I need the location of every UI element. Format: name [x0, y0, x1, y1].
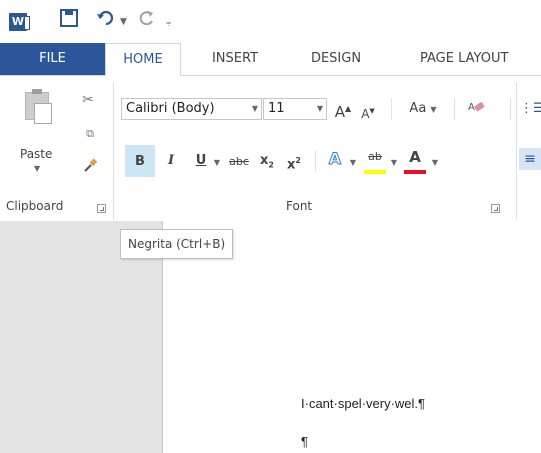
- chevron-down-icon: ▼: [316, 104, 323, 113]
- font-color-swatch: [404, 170, 426, 174]
- highlight-button[interactable]: ab: [364, 146, 386, 168]
- font-size-value: 11: [268, 101, 285, 116]
- document-paragraph-empty[interactable]: ¶: [301, 434, 308, 449]
- align-left-icon[interactable]: ≡: [519, 148, 541, 170]
- tab-page-layout[interactable]: PAGE LAYOUT: [410, 43, 541, 75]
- customize-qat-icon[interactable]: ⩦: [166, 11, 171, 35]
- tab-file[interactable]: FILE: [0, 43, 105, 75]
- text-effects-button[interactable]: A: [325, 148, 345, 170]
- redo-icon[interactable]: [138, 9, 156, 33]
- undo-icon[interactable]: [96, 9, 116, 33]
- grow-font-button[interactable]: A▲: [333, 98, 353, 121]
- superscript-button[interactable]: x2: [284, 150, 304, 172]
- underline-dropdown-icon[interactable]: ▼: [211, 151, 223, 173]
- paste-dropdown-icon[interactable]: ▼: [34, 164, 40, 173]
- divider: [315, 150, 316, 172]
- quick-access-toolbar: W ▼ ⩦: [0, 0, 541, 40]
- font-color-button[interactable]: A: [404, 146, 426, 168]
- svg-text:A: A: [468, 102, 475, 113]
- text-effects-dropdown-icon[interactable]: ▼: [347, 151, 359, 173]
- undo-dropdown-icon[interactable]: ▼: [120, 10, 127, 34]
- change-case-button[interactable]: Aa ▼: [400, 98, 446, 120]
- word-app-icon[interactable]: W: [9, 13, 30, 31]
- divider: [510, 98, 511, 120]
- group-separator: [516, 82, 517, 220]
- highlight-dropdown-icon[interactable]: ▼: [388, 151, 400, 173]
- group-separator: [113, 82, 114, 220]
- ribbon-tabs: FILE HOME INSERT DESIGN PAGE LAYOUT: [0, 43, 541, 76]
- tab-design[interactable]: DESIGN: [300, 43, 372, 75]
- bullets-icon[interactable]: ⋮☰: [520, 98, 541, 120]
- chevron-down-icon: ▼: [251, 104, 258, 113]
- paste-button[interactable]: Paste: [20, 147, 52, 161]
- copy-icon[interactable]: ⧉: [82, 126, 98, 142]
- font-color-dropdown-icon[interactable]: ▼: [429, 151, 441, 173]
- font-launcher-icon[interactable]: [491, 204, 500, 213]
- font-group-label: Font: [286, 199, 313, 213]
- clipboard-launcher-icon[interactable]: [97, 204, 106, 213]
- bold-button[interactable]: B: [125, 145, 155, 177]
- paste-icon[interactable]: [25, 89, 52, 124]
- clear-formatting-icon[interactable]: A: [466, 98, 486, 120]
- font-size-select[interactable]: 11 ▼: [263, 98, 327, 120]
- format-painter-icon[interactable]: [82, 158, 98, 174]
- tab-insert[interactable]: INSERT: [200, 43, 270, 75]
- divider: [454, 98, 455, 120]
- cut-icon[interactable]: ✂: [80, 92, 96, 108]
- strikethrough-button[interactable]: abc: [226, 151, 252, 173]
- highlight-color-swatch: [364, 170, 386, 174]
- underline-button[interactable]: U: [192, 150, 210, 172]
- italic-button[interactable]: I: [162, 150, 180, 172]
- tab-home[interactable]: HOME: [105, 43, 181, 76]
- font-family-select[interactable]: Calibri (Body) ▼: [121, 98, 262, 120]
- clipboard-group-label: Clipboard: [6, 199, 64, 213]
- shrink-font-button[interactable]: A▼: [358, 100, 378, 122]
- subscript-button[interactable]: x2: [257, 150, 277, 172]
- document-paragraph[interactable]: I·cant·spel·very·wel.¶: [301, 396, 425, 411]
- bold-tooltip: Negrita (Ctrl+B): [120, 229, 234, 259]
- font-family-value: Calibri (Body): [126, 101, 215, 116]
- divider: [391, 98, 392, 120]
- save-icon[interactable]: [60, 9, 78, 33]
